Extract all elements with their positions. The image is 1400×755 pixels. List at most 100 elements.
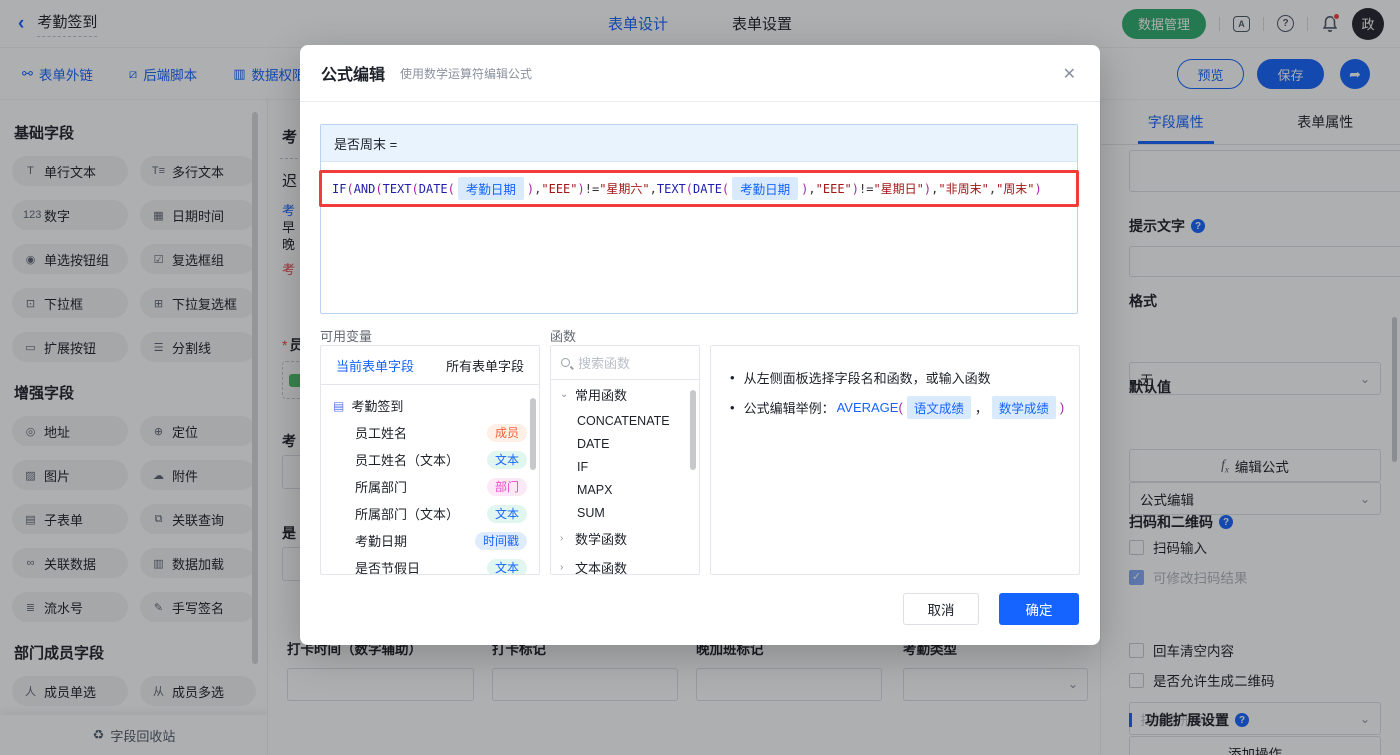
field-chip-考勤日期[interactable]: 考勤日期 (732, 177, 799, 200)
formula-token: IF (332, 181, 347, 196)
variable-type-badge: 文本 (486, 558, 527, 574)
variable-name: 所属部门 (355, 480, 408, 495)
formula-token: ( (447, 181, 455, 196)
confirm-button[interactable]: 确定 (999, 593, 1079, 625)
hint-example-function: AVERAGE (836, 400, 899, 415)
functions-label: 函数 (550, 329, 577, 344)
function-group-文本函数[interactable]: › 文本函数 (551, 553, 699, 575)
formula-token: "周末" (996, 182, 1035, 196)
formula-token: ) (526, 181, 535, 196)
function-item-IF[interactable]: IF (551, 455, 699, 478)
field-chip-语文成绩[interactable]: 语文成绩 (906, 396, 971, 419)
formula-token: ) (801, 181, 809, 196)
tab-all-form-fields[interactable]: 所有表单字段 (446, 356, 524, 375)
formula-token: "EEE" (541, 181, 578, 196)
function-item-MAPX[interactable]: MAPX (551, 478, 699, 501)
tab-current-form-fields[interactable]: 当前表单字段 (336, 356, 414, 375)
variable-row-员工姓名[interactable]: 员工姓名 成员 (321, 419, 539, 446)
hints-panel: • 从左侧面板选择字段名和函数，或输入函数 • 公式编辑举例： AVERAGE(语… (710, 345, 1080, 575)
variables-tabs: 当前表单字段 所有表单字段 (321, 346, 539, 385)
variable-type-badge: 时间戳 (474, 531, 527, 550)
variables-list: ▤ 考勤签到 员工姓名 成员 员工姓名（文本） 文本 所属部门 部门 所属部门（文本） 文本考… (321, 385, 539, 575)
function-group-label: 常用函数 (575, 388, 628, 403)
variable-row-所属部门[interactable]: 所属部门 部门 (321, 473, 539, 500)
chevron-right-icon: › (560, 533, 564, 544)
formula-token: ， (974, 401, 988, 416)
variable-name: 是否节假日 (355, 561, 421, 575)
variable-name: 员工姓名（文本） (355, 453, 460, 468)
formula-token: ( (685, 181, 694, 196)
formula-token: "星期日" (873, 182, 924, 196)
functions-scrollbar[interactable] (690, 390, 696, 470)
formula-token: ) (1034, 181, 1042, 196)
formula-expression[interactable]: IF(AND(TEXT(DATE(考勤日期), "EEE") != "星期六", TEX… (319, 170, 1079, 207)
functions-tree: ⌄ 常用函数 CONCATENATE DATE IF MAPX SUM › 数学函数 › 文本函数 (551, 380, 699, 575)
formula-token: DATE (693, 181, 722, 196)
form-icon: ▤ (333, 398, 345, 413)
variable-name: 考勤日期 (355, 534, 408, 549)
variable-row-考勤日期[interactable]: 考勤日期 时间戳 (321, 527, 539, 554)
formula-token: ) (923, 181, 932, 196)
form-node[interactable]: ▤ 考勤签到 (321, 392, 539, 419)
formula-editor-modal: 公式编辑 使用数学运算符编辑公式 ✕ 是否周末 = IF(AND(TEXT(DA… (300, 45, 1100, 645)
function-item-CONCATENATE[interactable]: CONCATENATE (551, 409, 699, 432)
functions-panel: 搜索函数 ⌄ 常用函数 CONCATENATE DATE IF MAPX SUM › 数学函数 ›… (550, 345, 700, 575)
formula-editor[interactable]: 是否周末 = IF(AND(TEXT(DATE(考勤日期), "EEE") != "星… (319, 124, 1079, 314)
function-group-label: 文本函数 (575, 561, 628, 575)
variable-row-所属部门（文本）[interactable]: 所属部门（文本） 文本 (321, 500, 539, 527)
function-item-DATE[interactable]: DATE (551, 432, 699, 455)
function-item-SUM[interactable]: SUM (551, 501, 699, 524)
formula-token: , (534, 181, 542, 196)
variables-panel: 当前表单字段 所有表单字段 ▤ 考勤签到 员工姓名 成员 员工姓名（文本） 文本 所属部… (320, 345, 540, 575)
formula-token: ) (851, 181, 859, 196)
formula-token: , (988, 181, 997, 196)
chevron-down-icon: ⌄ (560, 389, 569, 400)
variables-scrollbar[interactable] (530, 398, 536, 470)
formula-token: ( (411, 181, 419, 196)
bullet: • (730, 370, 735, 385)
bullet: • (730, 400, 735, 415)
formula-token: AND (353, 181, 376, 196)
search-placeholder: 搜索函数 (578, 356, 631, 371)
cancel-button[interactable]: 取消 (903, 593, 979, 625)
formula-token: != (859, 181, 874, 196)
formula-token: ( (898, 400, 903, 415)
close-icon[interactable]: ✕ (1063, 64, 1076, 84)
formula-token: TEXT (382, 181, 412, 196)
variable-name: 所属部门（文本） (355, 507, 460, 522)
variable-row-员工姓名（文本）[interactable]: 员工姓名（文本） 文本 (321, 446, 539, 473)
variable-name: 员工姓名 (355, 426, 408, 441)
variable-type-badge: 部门 (486, 477, 527, 496)
formula-token: ( (346, 181, 354, 196)
search-icon (561, 358, 570, 367)
hint-line-2: • 公式编辑举例： AVERAGE(语文成绩，数学成绩) (730, 396, 1064, 419)
formula-token: , (808, 181, 816, 196)
modal-subtitle: 使用数学运算符编辑公式 (400, 66, 533, 81)
variables-label: 可用变量 (320, 329, 373, 344)
field-chip-数学成绩[interactable]: 数学成绩 (991, 396, 1056, 419)
variable-type-badge: 成员 (486, 423, 527, 442)
formula-token: != (584, 181, 600, 196)
chevron-right-icon: › (560, 562, 564, 573)
modal-header: 公式编辑 使用数学运算符编辑公式 ✕ (300, 45, 1100, 102)
formula-token: DATE (418, 181, 448, 196)
variable-row-是否节假日[interactable]: 是否节假日 文本 (321, 554, 539, 575)
formula-token: ) (577, 181, 585, 196)
formula-token: ( (721, 181, 730, 196)
formula-token: ( (375, 181, 383, 196)
function-search-input[interactable]: 搜索函数 (551, 346, 699, 380)
formula-token: ) (1059, 400, 1065, 415)
function-group-label: 数学函数 (575, 532, 628, 547)
formula-token: TEXT (656, 181, 686, 196)
formula-token: , (931, 181, 939, 196)
field-chip-考勤日期[interactable]: 考勤日期 (457, 177, 524, 200)
formula-result-label: 是否周末 = (321, 125, 1077, 162)
formula-token: , (649, 181, 657, 196)
variable-type-badge: 文本 (486, 450, 527, 469)
modal-title: 公式编辑 (321, 67, 386, 84)
variable-type-badge: 文本 (486, 504, 527, 523)
function-group-常用函数[interactable]: ⌄ 常用函数 (551, 380, 699, 409)
formula-token: "EEE" (815, 181, 852, 196)
hint-example-prefix: 公式编辑举例： (743, 401, 835, 416)
function-group-数学函数[interactable]: › 数学函数 (551, 524, 699, 553)
